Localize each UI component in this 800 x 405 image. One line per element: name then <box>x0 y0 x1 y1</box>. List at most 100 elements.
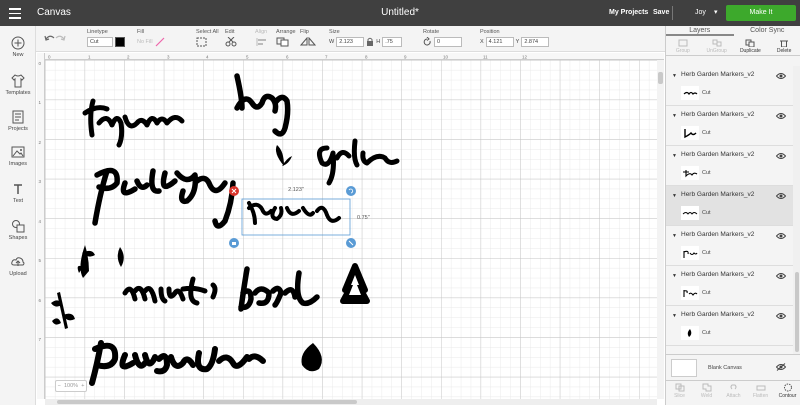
delete-button[interactable]: Delete <box>767 38 800 55</box>
sidebar-item-new[interactable]: New <box>0 36 36 58</box>
my-projects-link[interactable]: My Projects <box>609 9 648 16</box>
group-icon <box>678 39 688 47</box>
layer-thumbnail <box>681 206 699 220</box>
scissors-icon[interactable] <box>225 36 239 47</box>
make-it-button[interactable]: Make It <box>726 5 796 21</box>
layer-item[interactable]: ▼ Herb Garden Markers_v2 Cut <box>666 266 793 306</box>
svg-text:0: 0 <box>39 61 42 66</box>
layer-item[interactable]: ▼ Herb Garden Markers_v2 Cut <box>666 146 793 186</box>
eye-icon[interactable] <box>776 72 786 80</box>
ungroup-button[interactable]: UnGroup <box>700 38 734 55</box>
svg-text:6: 6 <box>286 55 289 60</box>
zoom-in-icon[interactable]: + <box>81 383 84 389</box>
expand-arrow-icon[interactable]: ▼ <box>672 73 677 79</box>
layer-item[interactable]: ▼ Herb Garden Markers_v2 Cut <box>666 226 793 266</box>
arrange-icon[interactable] <box>276 37 292 47</box>
eye-icon[interactable] <box>776 272 786 280</box>
align-icon[interactable] <box>255 37 269 47</box>
eye-icon[interactable] <box>776 112 786 120</box>
zoom-out-icon[interactable]: − <box>58 383 61 389</box>
tab-color-sync[interactable]: Color Sync <box>734 26 800 36</box>
weld-button[interactable]: Weld <box>693 381 720 405</box>
sidebar-item-templates[interactable]: Templates <box>0 74 36 96</box>
svg-text:2: 2 <box>39 140 42 145</box>
layer-thumbnail <box>681 326 699 340</box>
linetype-group: Linetype Cut <box>87 29 125 47</box>
shirt-icon <box>11 74 25 88</box>
expand-arrow-icon[interactable]: ▼ <box>672 233 677 239</box>
layer-item[interactable]: ▼ Herb Garden Markers_v2 Cut <box>666 106 793 146</box>
layer-item[interactable]: ▼ Herb Garden Markers_v2 Cut <box>666 66 793 106</box>
width-input[interactable]: 2.123 <box>336 37 365 47</box>
duplicate-icon <box>745 39 755 47</box>
design-canvas[interactable]: 2.123" 0.75" <box>37 53 664 399</box>
vertical-scrollbar[interactable] <box>657 60 664 399</box>
undo-redo-icons[interactable] <box>43 33 67 43</box>
line-color-swatch[interactable] <box>115 37 125 47</box>
flip-icon[interactable] <box>299 36 317 47</box>
eye-icon[interactable] <box>776 232 786 240</box>
linetype-select[interactable]: Cut <box>87 37 113 47</box>
fill-select[interactable]: No Fill <box>137 39 153 45</box>
edit-group: Edit <box>225 29 239 49</box>
select-all-icon[interactable] <box>196 37 208 47</box>
rotate-handle[interactable] <box>346 186 356 196</box>
duplicate-button[interactable]: Duplicate <box>734 38 768 55</box>
save-button[interactable]: Save <box>653 9 669 16</box>
expand-arrow-icon[interactable]: ▼ <box>672 313 677 319</box>
blank-canvas-row[interactable]: Blank Canvas <box>666 354 800 380</box>
lock-icon[interactable] <box>366 37 374 47</box>
sidebar-item-upload[interactable]: Upload <box>0 255 36 277</box>
layer-item[interactable]: ▼ Herb Garden Markers_v2 Cut <box>666 306 793 346</box>
slice-button[interactable]: Slice <box>666 381 693 405</box>
trash-icon <box>780 40 789 47</box>
zoom-control[interactable]: − 100% + <box>55 380 87 392</box>
blank-canvas-swatch[interactable] <box>671 359 697 377</box>
ungroup-icon <box>712 39 722 47</box>
eye-icon[interactable] <box>776 192 786 200</box>
rotate-icon[interactable] <box>423 37 432 47</box>
svg-text:1: 1 <box>88 55 91 60</box>
expand-arrow-icon[interactable]: ▼ <box>672 193 677 199</box>
horizontal-scrollbar[interactable] <box>45 399 657 405</box>
sidebar-item-images[interactable]: Images <box>0 145 36 167</box>
svg-text:11: 11 <box>483 55 488 60</box>
rotate-input[interactable]: 0 <box>434 37 462 47</box>
document-title[interactable]: Untitled* <box>381 7 419 18</box>
group-button[interactable]: Group <box>666 38 700 55</box>
flatten-icon <box>756 385 765 391</box>
layer-thumbnail <box>681 166 699 180</box>
arrange-group: Arrange <box>276 29 296 49</box>
sidebar-item-projects[interactable]: Projects <box>0 110 36 132</box>
layers-list: ▼ Herb Garden Markers_v2 Cut ▼ Herb Gard… <box>666 66 800 364</box>
app-title: Canvas <box>37 7 71 18</box>
tab-layers[interactable]: Layers <box>666 26 734 36</box>
fill-group: Fill No Fill <box>137 29 165 47</box>
flatten-button[interactable]: Flatten <box>747 381 774 405</box>
position-x-input[interactable]: 4.121 <box>485 37 514 47</box>
fill-color-icon[interactable] <box>155 37 165 47</box>
eye-icon[interactable] <box>776 152 786 160</box>
sidebar-item-shapes[interactable]: Shapes <box>0 219 36 241</box>
plus-icon <box>11 36 25 50</box>
sidebar-item-text[interactable]: Text <box>0 182 36 204</box>
layer-thumbnail <box>681 286 699 300</box>
layer-item-selected[interactable]: ▼ Herb Garden Markers_v2 Cut <box>666 186 793 226</box>
eye-off-icon[interactable] <box>776 363 786 371</box>
chevron-down-icon[interactable]: ▾ <box>714 8 718 16</box>
expand-arrow-icon[interactable]: ▼ <box>672 273 677 279</box>
expand-arrow-icon[interactable]: ▼ <box>672 113 677 119</box>
menu-icon[interactable] <box>9 8 21 19</box>
layers-scrollbar[interactable] <box>793 66 800 364</box>
svg-text:5: 5 <box>246 55 249 60</box>
attach-icon <box>730 384 736 390</box>
eye-icon[interactable] <box>776 312 786 320</box>
position-group: Position X 4.121 Y 2.874 <box>480 29 550 47</box>
contour-button[interactable]: Contour <box>774 381 800 405</box>
position-y-input[interactable]: 2.874 <box>521 37 550 47</box>
height-input[interactable]: .75 <box>382 37 403 47</box>
attach-button[interactable]: Attach <box>720 381 747 405</box>
svg-text:1: 1 <box>39 100 42 105</box>
expand-arrow-icon[interactable]: ▼ <box>672 153 677 159</box>
user-menu[interactable]: Joy <box>695 9 706 16</box>
